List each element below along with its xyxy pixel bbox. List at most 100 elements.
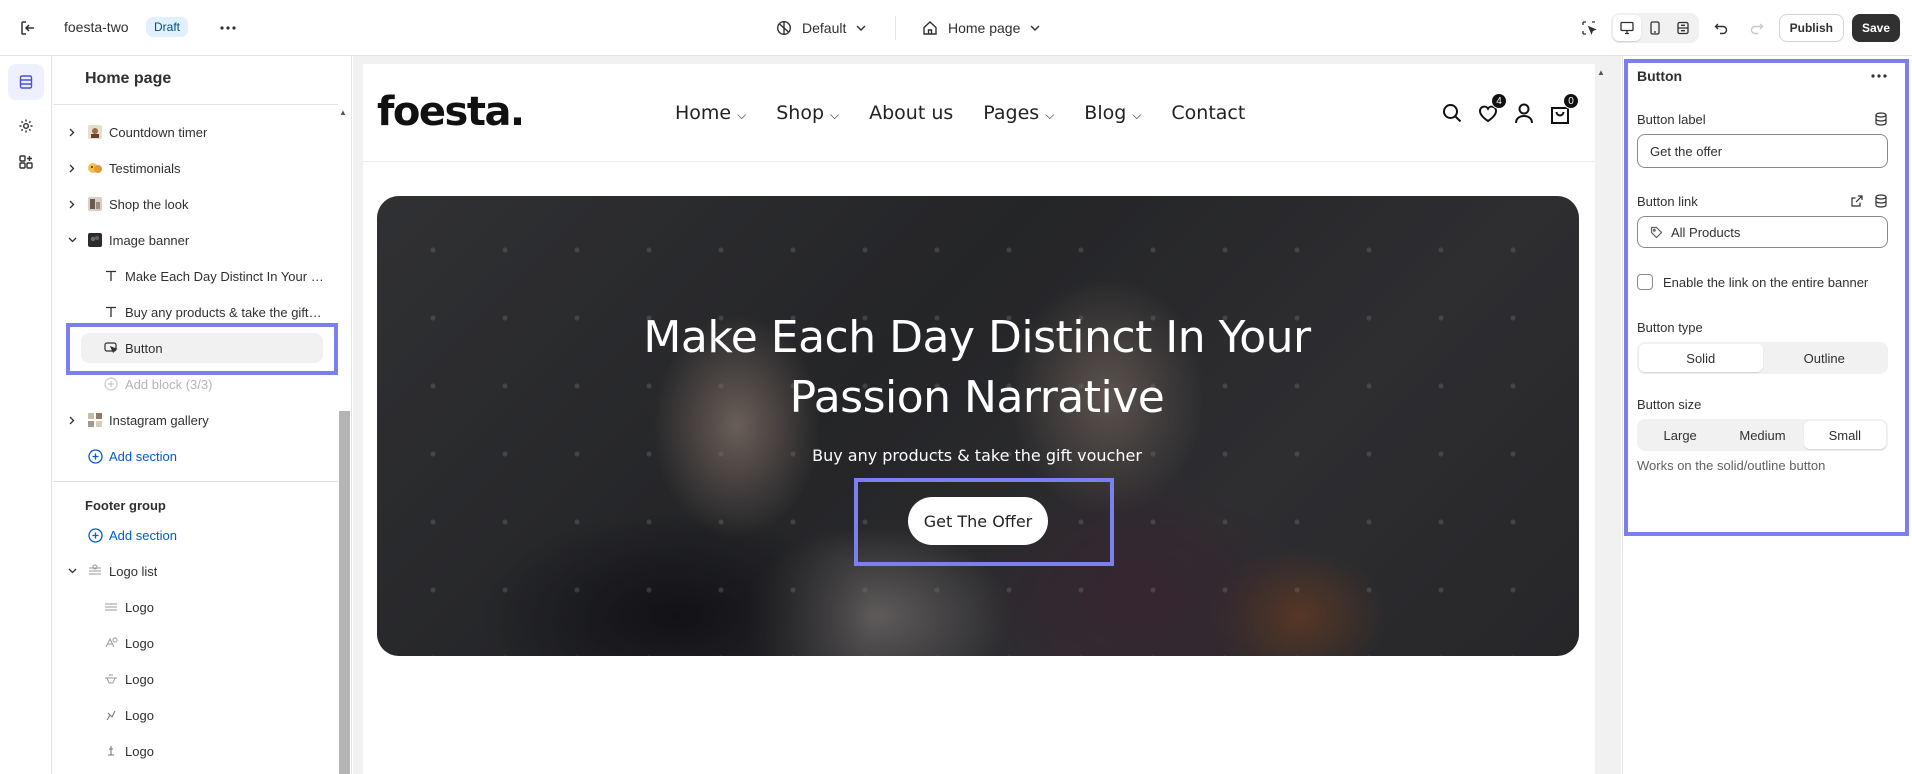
block-label: Logo — [125, 671, 154, 687]
text-icon — [103, 268, 119, 284]
section-tree-sidebar: Home page ▲ Countdown timer Testimonials… — [53, 56, 352, 774]
nav-label: About us — [869, 102, 954, 124]
save-button[interactable]: Save — [1851, 14, 1900, 42]
banner-heading: Make Each Day Distinct In Your Passion N… — [643, 312, 1311, 423]
sidebar-divider — [53, 104, 338, 105]
section-shop-the-look[interactable]: Shop the look — [53, 186, 338, 222]
nav-item-blog[interactable]: Blog ⌵ — [1084, 102, 1141, 124]
block-logo[interactable]: Logo — [53, 661, 338, 697]
instagram-thumb-icon — [87, 412, 103, 428]
chevron-down-icon[interactable] — [67, 235, 77, 245]
nav-item-home[interactable]: Home ⌵ — [675, 102, 746, 124]
search-icon[interactable] — [1439, 100, 1465, 126]
apps-icon[interactable] — [8, 144, 44, 180]
sections-icon[interactable] — [8, 64, 44, 100]
chevron-right-icon[interactable] — [67, 163, 77, 173]
publish-button[interactable]: Publish — [1778, 14, 1844, 42]
nav-item-about[interactable]: About us — [869, 102, 953, 124]
sidebar-scrollbar[interactable] — [339, 411, 350, 774]
fullwidth-view-icon[interactable] — [1669, 15, 1697, 41]
store-logo[interactable]: foesta. — [377, 89, 525, 135]
logo-thumb-icon — [103, 707, 119, 723]
block-logo[interactable]: Logo — [53, 625, 338, 661]
text-icon — [103, 304, 119, 320]
nav-item-pages[interactable]: Pages ⌵ — [983, 102, 1054, 124]
section-countdown-timer[interactable]: Countdown timer — [53, 114, 338, 150]
section-label: Testimonials — [109, 160, 181, 176]
nav-item-contact[interactable]: Contact — [1171, 102, 1245, 124]
status-badge: Draft — [146, 17, 189, 37]
logo-list-thumb-icon — [87, 563, 103, 579]
chevron-right-icon[interactable] — [67, 127, 77, 137]
block-heading[interactable]: Make Each Day Distinct In Your Passion N… — [53, 258, 338, 294]
inspector-cursor-icon[interactable] — [1575, 14, 1603, 42]
block-label: Buy any products & take the gift voucher — [125, 304, 325, 320]
section-testimonials[interactable]: Testimonials — [53, 150, 338, 186]
header-icons: 4 0 — [1439, 93, 1579, 126]
plus-circle-icon — [103, 376, 119, 392]
plus-circle-icon — [87, 527, 103, 543]
desktop-view-icon[interactable] — [1612, 15, 1641, 41]
block-logo[interactable]: Logo — [53, 697, 338, 733]
section-label: Logo list — [109, 563, 158, 579]
section-label: Shop the look — [109, 196, 189, 212]
wishlist-count-badge: 4 — [1491, 93, 1507, 109]
exit-icon[interactable] — [16, 16, 40, 40]
chevron-down-icon: ⌵ — [1132, 107, 1142, 122]
nav-label: Contact — [1171, 102, 1246, 124]
section-logo-list[interactable]: Logo list — [53, 553, 338, 589]
block-label: Logo — [125, 707, 154, 723]
nav-label: Shop — [776, 102, 825, 124]
block-logo[interactable]: Logo — [53, 589, 338, 625]
block-label: Make Each Day Distinct In Your Passion N… — [125, 268, 325, 284]
account-icon[interactable] — [1511, 100, 1537, 126]
nav-item-shop[interactable]: Shop ⌵ — [776, 102, 839, 124]
scroll-up-arrow-icon[interactable]: ▲ — [339, 108, 349, 118]
banner-subtext: Buy any products & take the gift voucher — [812, 446, 1142, 465]
redo-icon[interactable] — [1743, 14, 1771, 42]
cart-bag-icon[interactable]: 0 — [1547, 93, 1579, 126]
scroll-up-arrow-icon[interactable]: ▲ — [1597, 68, 1607, 78]
mobile-view-icon[interactable] — [1641, 15, 1669, 41]
page-selector[interactable]: Home page — [922, 16, 1040, 40]
add-section-label: Add section — [109, 448, 177, 464]
preview-canvas: foesta. Home ⌵ Shop ⌵ About us Pages ⌵ Blog… — [353, 56, 1621, 774]
logo-thumb-icon — [103, 671, 119, 687]
add-section-button[interactable]: Add section — [53, 438, 338, 474]
footer-group-title: Footer group — [85, 498, 166, 513]
logo-thumb-icon — [103, 599, 119, 615]
main-nav: Home ⌵ Shop ⌵ About us Pages ⌵ Blog ⌵ Contac… — [675, 102, 1275, 124]
topbar-actions: Publish Save — [1575, 13, 1900, 43]
cart-count-badge: 0 — [1563, 93, 1579, 109]
chevron-right-icon[interactable] — [67, 415, 77, 425]
preview-selection-highlight — [854, 478, 1114, 566]
nav-label: Blog — [1084, 102, 1127, 124]
footer-add-section-button[interactable]: Add section — [53, 517, 338, 553]
logo-thumb-icon — [103, 635, 119, 651]
nav-label: Pages — [983, 102, 1040, 124]
section-label: Image banner — [109, 232, 190, 248]
shop-the-look-thumb-icon — [87, 196, 103, 212]
settings-gear-icon[interactable] — [8, 108, 44, 144]
image-banner[interactable]: Make Each Day Distinct In Your Passion N… — [377, 196, 1579, 656]
block-logo[interactable]: Logo — [53, 733, 338, 769]
block-label: Logo — [125, 599, 154, 615]
page-selector-label: Home page — [948, 20, 1021, 36]
add-block-label: Add block (3/3) — [125, 376, 213, 392]
chevron-down-icon[interactable] — [67, 566, 77, 576]
more-actions-icon[interactable] — [216, 16, 240, 40]
nav-label: Home — [675, 102, 732, 124]
section-instagram-gallery[interactable]: Instagram gallery — [53, 402, 338, 438]
theme-selector[interactable]: Default — [776, 16, 866, 40]
section-label: Countdown timer — [109, 124, 208, 140]
add-section-label: Add section — [109, 527, 177, 543]
undo-icon[interactable] — [1707, 14, 1735, 42]
chevron-down-icon: ⌵ — [1045, 107, 1055, 122]
wishlist-heart-icon[interactable]: 4 — [1475, 93, 1507, 126]
chevron-right-icon[interactable] — [67, 199, 77, 209]
sidebar-title: Home page — [85, 70, 172, 87]
store-header: foesta. Home ⌵ Shop ⌵ About us Pages ⌵ Blog… — [363, 64, 1595, 162]
device-toggle — [1610, 13, 1699, 43]
section-image-banner[interactable]: Image banner — [53, 222, 338, 258]
editor-topbar: foesta-two Draft Default Home page Publi… — [0, 0, 1912, 56]
